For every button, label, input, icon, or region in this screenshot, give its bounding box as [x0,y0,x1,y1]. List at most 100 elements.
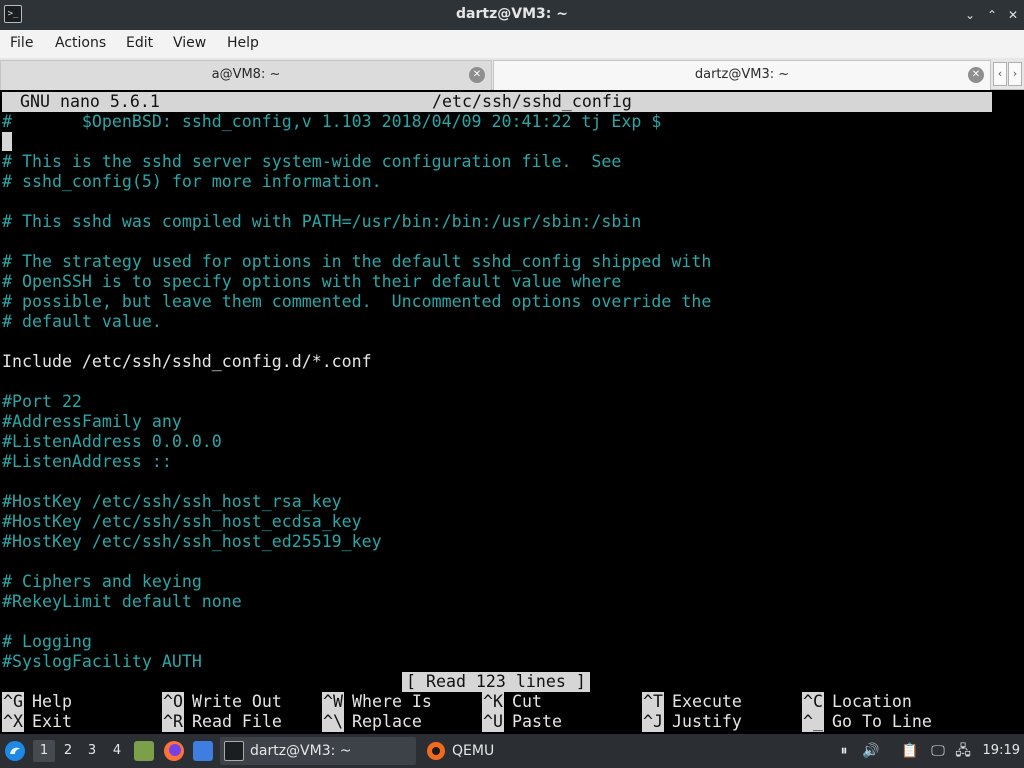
shortcut-label: Paste [511,712,562,731]
maximize-icon[interactable]: ⌃ [984,7,1000,23]
shortcut-label: Go To Line [831,712,932,731]
menu-file[interactable]: File [10,34,33,52]
task-terminal[interactable]: dartz@VM3: ~ [220,737,416,765]
network-icon[interactable]: 🖧 [953,742,973,760]
shortcut-label: Read File [191,712,282,731]
shortcut-key: ^O [162,692,184,712]
shortcut-go-to-line[interactable]: ^_ Go To Line [802,712,932,732]
shortcut-label: Help [31,692,72,711]
start-menu-icon[interactable] [4,740,26,762]
shortcut-location[interactable]: ^C Location [802,692,912,712]
shortcut-read-file[interactable]: ^R Read File [162,712,282,732]
shortcut-label: Where Is [351,692,432,711]
file-line: # sshd_config(5) for more information. [2,172,382,191]
clipboard-icon[interactable]: 📋 [900,742,920,760]
shortcut-replace[interactable]: ^\ Replace [322,712,422,732]
shortcut-label: Location [831,692,912,711]
minimize-icon[interactable]: ⌄ [962,7,978,23]
tab-label: dartz@VM3: ~ [694,67,790,82]
shortcut-key: ^U [482,712,504,732]
shortcut-key: ^X [2,712,24,732]
shortcut-key: ^G [2,692,24,712]
shortcut-label: Exit [31,712,72,731]
file-line: #Port 22 [2,392,82,411]
tab-label: a@VM8: ~ [211,67,281,82]
task-label: QEMU [452,743,495,759]
file-line: #ListenAddress 0.0.0.0 [2,432,222,451]
clock[interactable]: 19:19 [983,734,1020,768]
file-line: # Logging [2,632,92,651]
shortcut-label: Replace [351,712,422,731]
shortcut-key: ^C [802,692,824,712]
workspace-2[interactable]: 2 [57,740,79,762]
shortcut-label: Cut [511,692,542,711]
taskbar: 1 2 3 4 dartz@VM3: ~ QEMU ⏸ 🔊 📋 🖵 🖧 19:1… [0,734,1024,768]
shortcut-where-is[interactable]: ^W Where Is [322,692,432,712]
file-line: #RekeyLimit default none [2,592,242,611]
task-qemu[interactable]: QEMU [422,737,618,765]
close-icon[interactable]: ✕ [1005,7,1021,23]
workspace-3[interactable]: 3 [81,740,103,762]
file-line: #HostKey /etc/ssh/ssh_host_ecdsa_key [2,512,362,531]
file-line: #HostKey /etc/ssh/ssh_host_ed25519_key [2,532,382,551]
media-pause-icon[interactable]: ⏸ [834,742,854,760]
tab-bar: a@VM8: ~ ✕ dartz@VM3: ~ ✕ [0,58,1024,90]
menu-actions[interactable]: Actions [55,34,106,52]
shortcut-label: Justify [671,712,742,731]
desktop-icon[interactable] [193,741,213,761]
menu-view[interactable]: View [173,34,206,52]
shortcut-exit[interactable]: ^X Exit [2,712,72,732]
file-line: #HostKey /etc/ssh/ssh_host_rsa_key [2,492,342,511]
tab-dartz-vm3[interactable]: dartz@VM3: ~ ✕ [493,60,991,90]
workspace-1[interactable]: 1 [33,740,55,762]
shortcut-write-out[interactable]: ^O Write Out [162,692,282,712]
workspace-4[interactable]: 4 [106,740,128,762]
qemu-icon [427,742,445,760]
firefox-icon[interactable] [163,740,185,762]
shortcut-key: ^J [642,712,664,732]
tab-scroll-left-icon[interactable]: ‹ [993,62,1007,86]
task-label: dartz@VM3: ~ [250,743,352,759]
nano-header-bar: GNU nano 5.6.1 /etc/ssh/sshd_config [2,92,992,112]
file-line: Include /etc/ssh/sshd_config.d/*.conf [2,352,372,371]
shortcut-key: ^T [642,692,664,712]
nano-version: GNU nano 5.6.1 [20,92,160,111]
tab-scroll-right-icon[interactable]: › [1008,62,1022,86]
file-line: # $OpenBSD: sshd_config,v 1.103 2018/04/… [2,112,662,131]
close-tab-icon[interactable]: ✕ [968,67,984,83]
shortcut-key: ^R [162,712,184,732]
file-line: # This sshd was compiled with PATH=/usr/… [2,212,642,231]
file-line: # The strategy used for options in the d… [2,252,712,271]
menu-bar: File Actions Edit View Help [0,30,1024,58]
shortcut-key: ^_ [802,712,824,732]
file-line: # possible, but leave them commented. Un… [2,292,712,311]
nano-filename: /etc/ssh/sshd_config [432,92,632,111]
file-manager-icon[interactable] [134,741,154,761]
close-tab-icon[interactable]: ✕ [469,67,485,83]
file-line: #SyslogFacility AUTH [2,652,202,671]
file-line: #AddressFamily any [2,412,182,431]
shortcut-key: ^W [322,692,344,712]
menu-help[interactable]: Help [227,34,259,52]
shortcut-cut[interactable]: ^K Cut [482,692,542,712]
volume-icon[interactable]: 🔊 [861,742,881,760]
text-cursor [2,132,12,151]
window-titlebar[interactable]: >_ dartz@VM3: ~ ⌄ ⌃ ✕ [0,0,1024,30]
file-line: # default value. [2,312,162,331]
shortcut-label: Execute [671,692,742,711]
shortcut-execute[interactable]: ^T Execute [642,692,742,712]
file-line: #ListenAddress :: [2,452,172,471]
tab-a-vm8[interactable]: a@VM8: ~ ✕ [0,60,492,90]
file-line: # OpenSSH is to specify options with the… [2,272,622,291]
shortcut-paste[interactable]: ^U Paste [482,712,562,732]
nano-status-message: [ Read 123 lines ] [402,672,590,692]
terminal-area[interactable]: GNU nano 5.6.1 /etc/ssh/sshd_config # $O… [0,90,1024,734]
shortcut-help[interactable]: ^G Help [2,692,72,712]
shortcut-justify[interactable]: ^J Justify [642,712,742,732]
display-icon[interactable]: 🖵 [928,742,948,760]
menu-edit[interactable]: Edit [126,34,153,52]
shortcut-key: ^\ [322,712,344,732]
shortcut-label: Write Out [191,692,282,711]
file-line: # This is the sshd server system-wide co… [2,152,622,171]
shortcut-key: ^K [482,692,504,712]
